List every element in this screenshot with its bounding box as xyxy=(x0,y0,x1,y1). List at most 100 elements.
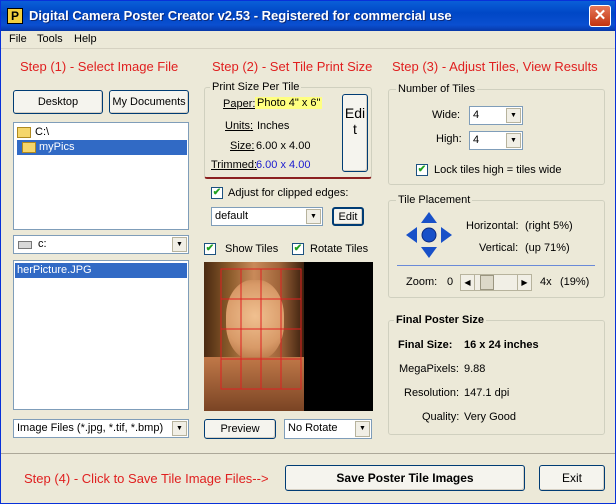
zoom-min: 0 xyxy=(447,276,454,288)
adjust-label: Adjust for clipped edges: xyxy=(228,187,349,199)
tile-grid-overlay xyxy=(220,268,302,390)
lock-tiles-checkbox[interactable]: ✔ xyxy=(416,164,428,176)
rotate-tiles-label: Rotate Tiles xyxy=(310,243,369,255)
high-label: High: xyxy=(436,133,462,145)
title-bar[interactable]: P Digital Camera Poster Creator v2.53 - … xyxy=(1,1,615,31)
step2-heading: Step (2) - Set Tile Print Size xyxy=(212,59,373,74)
horizontal-label: Horizontal: xyxy=(466,220,519,232)
center-dot-icon xyxy=(421,227,437,243)
print-size-group-label: Print Size Per Tile xyxy=(210,81,302,93)
chevron-down-icon[interactable]: ▼ xyxy=(506,108,521,123)
exit-button[interactable]: Exit xyxy=(539,465,605,491)
filter-value: Image Files (*.jpg, *.tif, *.bmp) xyxy=(17,422,164,434)
desktop-button[interactable]: Desktop xyxy=(13,90,103,114)
menu-file[interactable]: File xyxy=(9,33,27,45)
trimmed-value: 6.00 x 4.00 xyxy=(256,159,311,171)
zoom-percent: (19%) xyxy=(560,276,590,288)
units-value: Inches xyxy=(257,120,290,132)
menu-tools[interactable]: Tools xyxy=(37,33,63,45)
zoom-scrollbar[interactable]: ◀ ▶ xyxy=(460,274,532,291)
chevron-down-icon[interactable]: ▼ xyxy=(172,237,187,252)
vertical-label: Vertical: xyxy=(479,242,519,254)
adjust-preset-value: default xyxy=(215,210,249,222)
edit-paper-button[interactable]: Edit xyxy=(342,94,368,172)
rotate-select[interactable]: No Rotate ▼ xyxy=(284,419,372,439)
paper-value: Photo 4" x 6" xyxy=(255,97,323,109)
trimmed-label: Trimmed: xyxy=(211,159,258,171)
arrow-right-icon xyxy=(441,227,452,243)
scroll-right-icon[interactable]: ▶ xyxy=(517,275,531,290)
resolution-value: 147.1 dpi xyxy=(464,387,510,399)
position-pad[interactable] xyxy=(404,210,454,260)
folder-label: C:\ xyxy=(35,126,50,138)
preview-pane[interactable] xyxy=(204,262,373,411)
chevron-down-icon[interactable]: ▼ xyxy=(506,133,521,148)
resolution-label: Resolution: xyxy=(404,387,460,399)
tiles-wide-value: 4 xyxy=(473,109,480,121)
folder-list[interactable]: C:\ myPics xyxy=(13,122,189,230)
lock-tiles-label: Lock tiles high = tiles wide xyxy=(434,164,562,176)
quality-label: Quality: xyxy=(422,411,460,423)
step3-heading: Step (3) - Adjust Tiles, View Results xyxy=(392,59,598,74)
scroll-left-icon[interactable]: ◀ xyxy=(461,275,475,290)
file-list[interactable]: herPicture.JPG xyxy=(13,260,189,410)
arrow-up-icon xyxy=(421,212,437,223)
arrow-left-icon xyxy=(406,227,417,243)
zoom-thumb[interactable] xyxy=(480,275,495,290)
my-documents-button[interactable]: My Documents xyxy=(109,90,189,114)
file-name: herPicture.JPG xyxy=(17,264,92,276)
size-value: 6.00 x 4.00 xyxy=(256,140,311,152)
bottom-divider xyxy=(1,453,615,454)
horizontal-value: (right 5%) xyxy=(525,220,573,232)
megapixels-value: 9.88 xyxy=(464,363,486,375)
open-folder-icon xyxy=(22,142,36,153)
edit-adjust-button[interactable]: Edit xyxy=(332,207,364,226)
close-button[interactable]: ✕ xyxy=(589,5,611,27)
preview-button[interactable]: Preview xyxy=(204,419,276,439)
zoom-label: Zoom: xyxy=(406,276,438,288)
step1-heading: Step (1) - Select Image File xyxy=(20,59,179,74)
app-icon: P xyxy=(7,8,23,24)
chevron-down-icon[interactable]: ▼ xyxy=(355,421,370,437)
quality-value: Very Good xyxy=(464,411,516,423)
folder-item[interactable]: myPics xyxy=(17,140,187,155)
size-label: Size: xyxy=(230,140,255,152)
units-label: Units: xyxy=(225,120,254,132)
paper-label: Paper: xyxy=(223,98,256,110)
show-tiles-label: Show Tiles xyxy=(225,243,279,255)
tiles-wide-select[interactable]: 4 ▼ xyxy=(469,106,523,125)
menu-bar: File Tools Help xyxy=(1,31,615,49)
final-size-value: 16 x 24 inches xyxy=(464,339,539,351)
drive-value: c: xyxy=(38,238,47,250)
arrow-down-icon xyxy=(421,247,437,258)
rotate-select-value: No Rotate xyxy=(288,422,338,434)
drive-select[interactable]: c: ▼ xyxy=(13,235,189,254)
adjust-checkbox[interactable]: ✔ xyxy=(211,187,223,199)
folder-item[interactable]: C:\ xyxy=(17,126,185,140)
app-window: P Digital Camera Poster Creator v2.53 - … xyxy=(0,0,616,504)
zoom-max: 4x xyxy=(540,276,552,288)
final-size-label: Final Size: xyxy=(398,339,453,351)
tiles-group-label: Number of Tiles xyxy=(396,83,478,95)
final-size-group-label: Final Poster Size xyxy=(394,314,487,326)
adjust-preset-select[interactable]: default ▼ xyxy=(211,207,323,226)
open-folder-icon xyxy=(17,127,31,138)
placement-group-label: Tile Placement xyxy=(396,194,473,206)
chevron-down-icon[interactable]: ▼ xyxy=(172,421,187,436)
rotate-tiles-checkbox[interactable]: ✔ xyxy=(292,243,304,255)
save-tiles-button[interactable]: Save Poster Tile Images xyxy=(285,465,525,491)
wide-label: Wide: xyxy=(432,109,461,121)
drive-icon xyxy=(18,241,32,249)
window-title: Digital Camera Poster Creator v2.53 - Re… xyxy=(29,8,452,23)
vertical-value: (up 71%) xyxy=(525,242,570,254)
show-tiles-checkbox[interactable]: ✔ xyxy=(204,243,216,255)
tiles-high-select[interactable]: 4 ▼ xyxy=(469,131,523,150)
menu-help[interactable]: Help xyxy=(74,33,97,45)
list-item[interactable]: herPicture.JPG xyxy=(15,263,187,278)
chevron-down-icon[interactable]: ▼ xyxy=(306,209,321,224)
file-type-filter[interactable]: Image Files (*.jpg, *.tif, *.bmp) ▼ xyxy=(13,419,189,438)
megapixels-label: MegaPixels: xyxy=(399,363,459,375)
tiles-high-value: 4 xyxy=(473,134,480,146)
step4-heading: Step (4) - Click to Save Tile Image File… xyxy=(24,471,269,486)
folder-label: myPics xyxy=(39,141,75,153)
